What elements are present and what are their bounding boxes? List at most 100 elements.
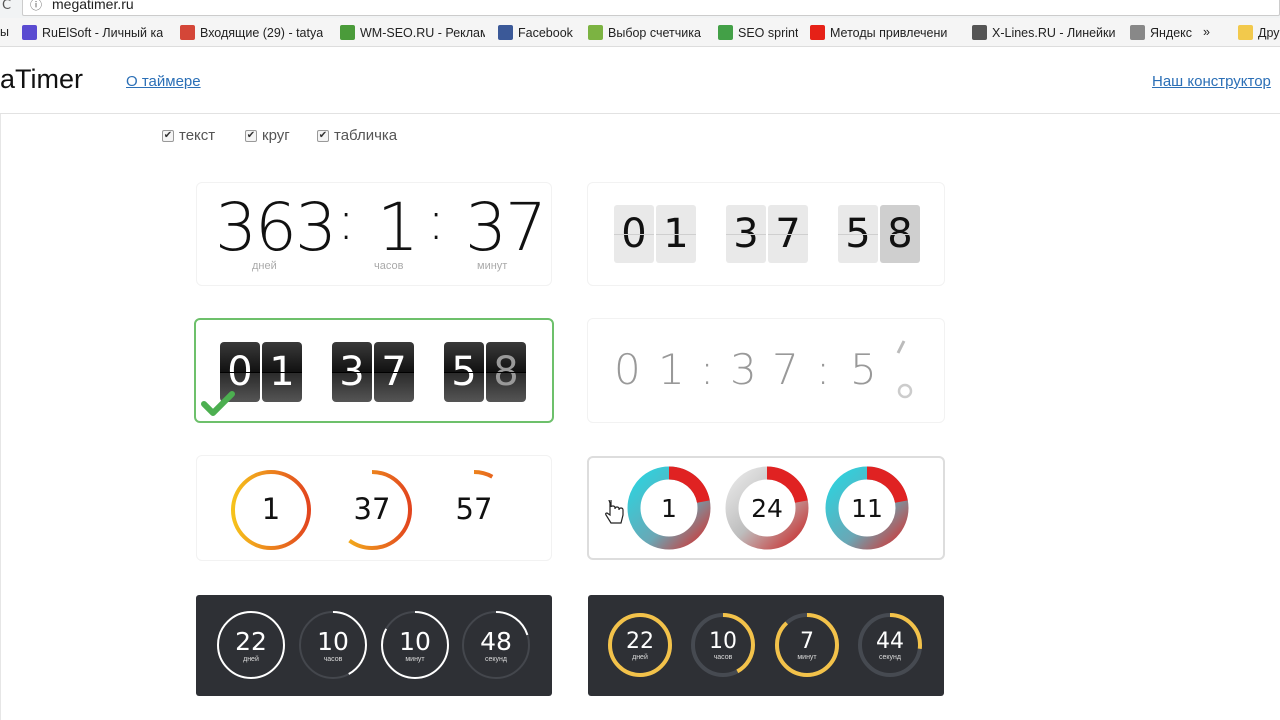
bookmark-item[interactable]: Методы привлечени	[810, 25, 947, 40]
circle-unit: минут	[405, 656, 425, 663]
flip-digit: 7	[374, 342, 414, 402]
timer-card-dark-white[interactable]: 22 10 10 48 дней часов минут секунд	[196, 595, 552, 696]
bookmark-label: Методы привлечени	[830, 25, 948, 40]
hand-cursor-icon	[605, 500, 624, 524]
filter-table-checkbox[interactable]: ✔ табличка	[317, 127, 397, 144]
thin-digit: 7	[772, 345, 799, 394]
checkmark-icon: ✔	[245, 129, 257, 142]
timer-card-rings-orange[interactable]: 1 37 57	[196, 455, 552, 561]
thin-digit: 3	[730, 345, 757, 394]
minutes-value: 37	[465, 189, 547, 266]
url-text[interactable]: megatimer.ru	[52, 0, 134, 12]
bookmark-label: Входящие (29) - tatya	[200, 25, 324, 40]
flip-digit: 1	[262, 342, 302, 402]
timer-card-flip-light[interactable]: 0 1 3 7 5 8	[587, 182, 945, 286]
circle-unit: секунд	[879, 654, 901, 661]
reload-icon[interactable]: C	[2, 0, 11, 13]
timer-card-text[interactable]: 363 : 1 : 37 дней часов минут	[196, 182, 552, 286]
flip-digit: 3	[726, 205, 766, 263]
seosprint-icon	[718, 25, 733, 40]
days-value: 363	[215, 189, 337, 266]
hours-value: 1	[377, 189, 419, 266]
counter-icon	[588, 25, 603, 40]
circle-unit: часов	[713, 654, 733, 661]
constructor-link[interactable]: Наш конструктор	[1152, 73, 1271, 90]
bookmark-label: Дру	[1258, 25, 1280, 40]
address-field[interactable]	[22, 0, 1280, 16]
bookmark-item[interactable]: Выбор счетчика	[588, 25, 701, 40]
timer-card-rings-gradient[interactable]: 1 24 11	[587, 456, 945, 560]
circle-value: 22	[626, 629, 654, 654]
bookmark-item[interactable]: RuElSoft - Личный ка	[22, 25, 163, 40]
left-divider	[0, 114, 1, 720]
circle-value: 22	[235, 627, 267, 656]
bookmark-item[interactable]: Яндекс	[1130, 25, 1192, 40]
separator: :	[816, 345, 831, 394]
thin-digit: 0	[614, 345, 641, 394]
filter-circle-checkbox[interactable]: ✔ круг	[245, 127, 290, 144]
circle-value: 10	[399, 627, 431, 656]
thin-digit: 1	[658, 345, 685, 394]
bookmark-label: Facebook	[518, 25, 573, 40]
timer-card-dark-yellow[interactable]: 22 10 7 44 дней часов минут секунд	[588, 595, 944, 696]
flip-digit: 8	[880, 205, 920, 263]
checkmark-icon: ✔	[162, 129, 174, 142]
bookmark-item[interactable]: »	[1203, 25, 1210, 39]
ring-value: 1	[261, 492, 281, 526]
bookmark-item[interactable]: ы	[0, 25, 9, 39]
thin-digit: 5	[850, 345, 877, 394]
ring-value: 57	[455, 492, 493, 526]
bookmark-item[interactable]: Дру	[1238, 25, 1280, 40]
circle-value: 10	[317, 627, 349, 656]
bookmark-label: X-Lines.RU - Линейки	[992, 25, 1116, 40]
circle-unit: дней	[632, 654, 648, 661]
ring-value: 24	[751, 494, 783, 523]
selected-check-icon	[201, 391, 235, 416]
bookmark-item[interactable]: WM-SEO.RU - Реклам	[340, 25, 485, 40]
checkmark-icon: ✔	[317, 129, 329, 142]
filter-text-checkbox[interactable]: ✔ текст	[162, 127, 215, 144]
about-timer-link[interactable]: О таймере	[126, 73, 201, 90]
circle-value: 10	[709, 629, 737, 654]
folder-icon	[1238, 25, 1253, 40]
separator: :	[337, 189, 355, 252]
ruelsoft-icon	[22, 25, 37, 40]
circle-value: 48	[480, 627, 512, 656]
bookmark-label: ы	[0, 25, 9, 39]
flip-digit: 5	[444, 342, 484, 402]
flip-digit: 0	[614, 205, 654, 263]
xlines-icon	[972, 25, 987, 40]
bookmark-item[interactable]: Входящие (29) - tatya	[180, 25, 323, 40]
minutes-unit: минут	[477, 260, 508, 272]
youtube-icon	[810, 25, 825, 40]
wm-icon	[340, 25, 355, 40]
facebook-icon	[498, 25, 513, 40]
hours-unit: часов	[374, 260, 404, 272]
bookmark-item[interactable]: SEO sprint	[718, 25, 798, 40]
circle-unit: часов	[323, 656, 343, 663]
bookmarks-bar: ы RuElSoft - Личный ка Входящие (29) - tat…	[0, 18, 1280, 47]
flip-digit: 5	[838, 205, 878, 263]
ring-value: 1	[661, 494, 677, 523]
separator: :	[700, 345, 715, 394]
site-logo[interactable]: aTimer	[0, 64, 83, 95]
bookmark-label: WM-SEO.RU - Реклам	[360, 25, 485, 40]
separator: :	[427, 189, 445, 252]
bookmark-label: Яндекс	[1150, 25, 1193, 40]
circle-unit: дней	[243, 656, 259, 663]
flip-digit: 3	[332, 342, 372, 402]
info-icon[interactable]: ⓘ	[30, 0, 42, 13]
bookmark-label: »	[1203, 25, 1210, 39]
timer-card-thin-text[interactable]: 0 1 : 3 7 : 5	[587, 318, 945, 423]
bookmark-label: Выбор счетчика	[608, 25, 701, 40]
circle-value: 7	[800, 629, 814, 654]
animating-digit-icon	[896, 340, 913, 399]
flip-digit: 8	[486, 342, 526, 402]
ring-value: 37	[353, 492, 391, 526]
gmail-icon	[180, 25, 195, 40]
bookmark-label: SEO sprint	[738, 25, 799, 40]
bookmark-item[interactable]: X-Lines.RU - Линейки	[972, 25, 1116, 40]
timer-card-flip-dark-selected[interactable]: 0 1 3 7 5 8	[194, 318, 554, 423]
circle-value: 44	[876, 629, 904, 654]
bookmark-item[interactable]: Facebook	[498, 25, 573, 40]
